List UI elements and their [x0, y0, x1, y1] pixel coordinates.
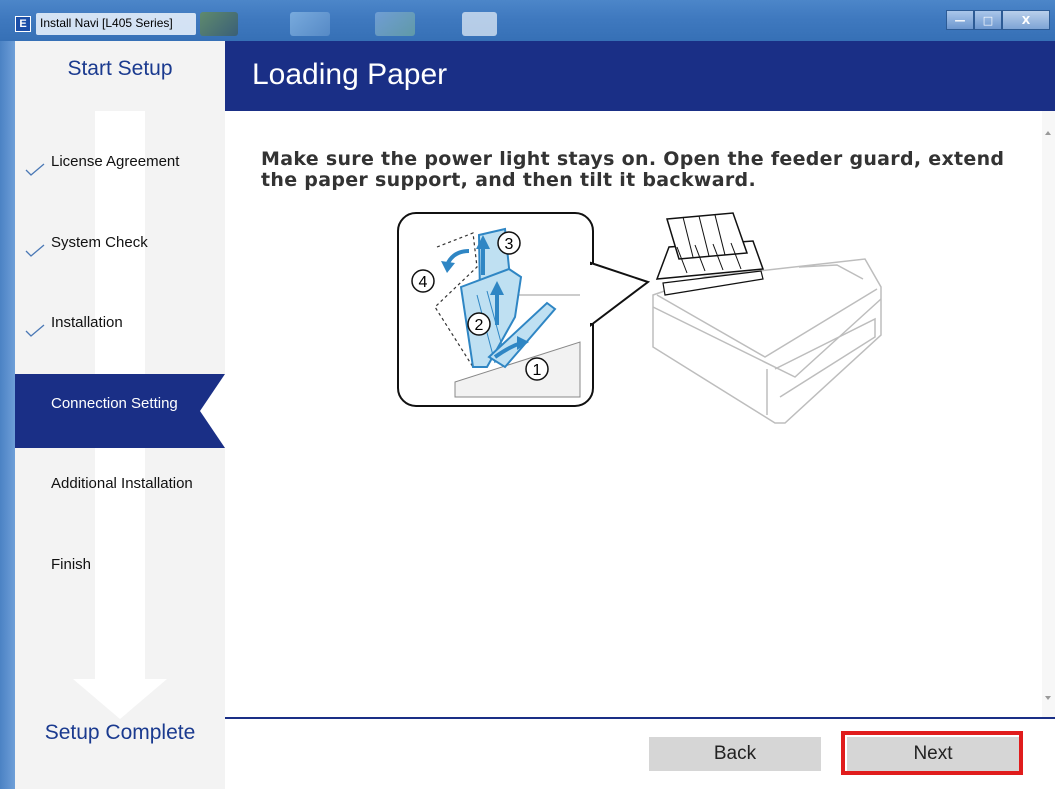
start-setup-label: Start Setup [67, 57, 173, 80]
active-step-pointer [200, 374, 225, 448]
sidebar: Start Setup License Agreement System Che… [15, 41, 225, 789]
step-number: 1 [533, 362, 542, 379]
scroll-up-arrow-icon[interactable] [1045, 131, 1051, 135]
scroll-down-arrow-icon[interactable] [1045, 696, 1051, 700]
sidebar-item-label: System Check [51, 234, 148, 251]
title-bar[interactable]: E Install Navi [L405 Series] — □ X [0, 0, 1055, 41]
sidebar-item-finish: Finish [15, 556, 225, 631]
step-3-marker: 3 [497, 231, 521, 255]
setup-complete-label: Setup Complete [44, 721, 196, 744]
minimize-button[interactable]: — [946, 10, 974, 30]
taskbar-thumbnail-icon [290, 12, 330, 36]
sidebar-item-license-agreement: License Agreement [15, 153, 225, 228]
checkmark-icon [25, 163, 45, 176]
window-controls: — □ X [946, 10, 1050, 31]
step-number: 2 [475, 317, 484, 334]
zoom-callout: 3 4 2 1 [397, 212, 651, 407]
taskbar-thumbnail-icon [375, 12, 415, 36]
loading-paper-illustration: 3 4 2 1 [397, 212, 882, 424]
step-number: 4 [419, 274, 428, 291]
instruction-text: Make sure the power light stays on. Open… [261, 148, 1005, 191]
sidebar-item-additional-installation: Additional Installation [15, 475, 225, 550]
title-box: Install Navi [L405 Series] [36, 13, 196, 35]
next-button[interactable]: Next [847, 737, 1019, 771]
sidebar-item-label: Finish [51, 556, 92, 573]
close-button[interactable]: X [1002, 10, 1050, 30]
page-header: Loading Paper [225, 41, 1055, 111]
sidebar-item-label: Additional Installation [51, 475, 193, 492]
checkmark-icon [25, 324, 45, 337]
taskbar-thumbnail-icon [462, 12, 497, 36]
vertical-scrollbar[interactable] [1042, 111, 1055, 717]
sidebar-item-label: Installation [51, 314, 123, 331]
sidebar-item-label: Connection Setting [51, 395, 178, 412]
maximize-button[interactable]: □ [974, 10, 1002, 30]
step-1-marker: 1 [525, 357, 549, 381]
window-title: Install Navi [L405 Series] [40, 16, 173, 30]
checkmark-icon [25, 244, 45, 257]
sidebar-item-label: License Agreement [51, 153, 180, 170]
footer: Back Next [225, 719, 1055, 789]
step-2-marker: 2 [467, 312, 491, 336]
sidebar-item-connection-setting: Connection Setting [15, 374, 225, 448]
page-title: Loading Paper [252, 58, 448, 91]
window-border-left [0, 41, 15, 789]
back-button[interactable]: Back [649, 737, 821, 771]
step-number: 3 [505, 236, 514, 253]
step-4-marker: 4 [411, 269, 435, 293]
progress-arrow-head [73, 679, 167, 719]
content-area: Make sure the power light stays on. Open… [225, 111, 1042, 717]
app-icon: E [15, 16, 31, 32]
taskbar-thumbnail-icon [200, 12, 238, 36]
printer-drawing [652, 212, 882, 424]
sidebar-item-system-check: System Check [15, 234, 225, 309]
